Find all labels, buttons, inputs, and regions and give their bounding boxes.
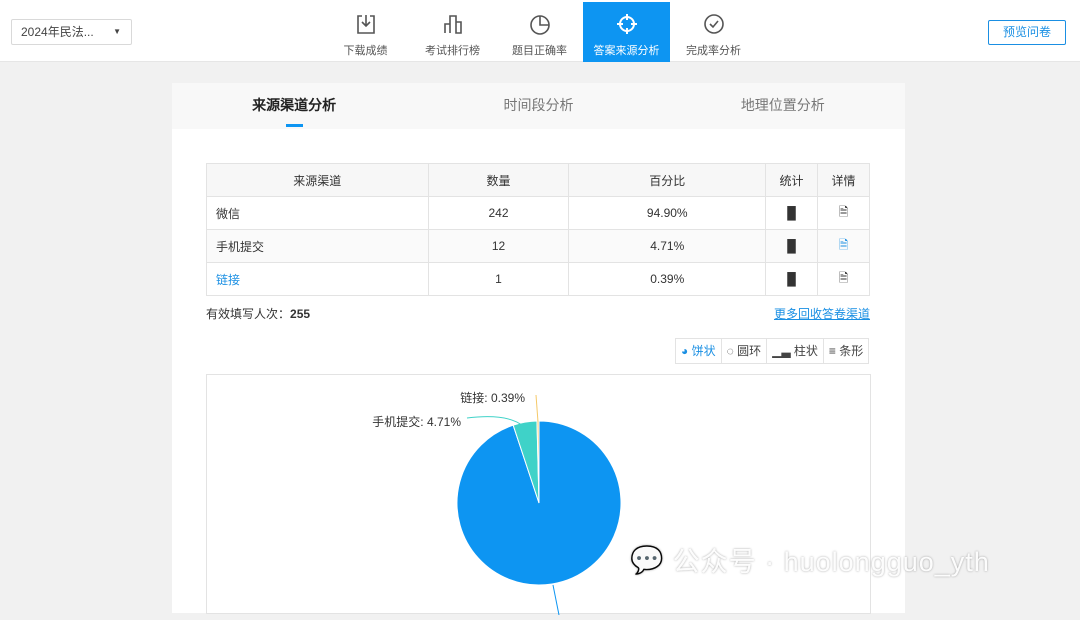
col-header: 数量 [427,163,570,197]
preview-button[interactable]: 预览问卷 [988,20,1066,45]
table-header: 来源渠道 数量 百分比 统计 详情 [206,163,870,197]
pct-cell: 4.71% [568,229,767,263]
top-bar: 2024年民法... ▼ 下载成绩 考试排行榜 题目正确率 答案来源分析 完成率分… [0,0,1080,62]
pct-cell: 94.90% [568,196,767,230]
col-header: 来源渠道 [206,163,429,197]
total-label: 有效填写人次： [206,307,291,321]
tab-channel[interactable]: 来源渠道分析 [172,83,416,129]
chart-type-label: 圆环 [737,344,762,358]
nav-label: 考试排行榜 [425,45,480,57]
count-cell: 242 [427,196,570,230]
nav-label: 题目正确率 [512,45,567,57]
tab-geo[interactable]: 地理位置分析 [661,83,905,129]
analysis-tabs: 来源渠道分析 时间段分析 地理位置分析 [172,83,905,129]
col-header: 详情 [817,163,870,197]
nav-ranking[interactable]: 考试排行榜 [409,2,496,62]
table-row: 链接 1 0.39% ▐▌ 🗎 [206,262,870,296]
pct-cell: 0.39% [568,262,767,296]
slice-label-link-leader-line [535,394,539,423]
chart-type-label: 条形 [839,344,864,358]
count-cell: 12 [427,229,570,263]
ranking-icon [409,10,496,38]
nav-download-scores[interactable]: 下载成绩 [322,2,409,62]
stats-icon[interactable]: ▐▌ [765,196,819,230]
col-header: 统计 [765,163,819,197]
pie-icon [496,10,583,38]
chart-type-label: 柱状 [793,344,818,358]
download-icon [322,10,409,38]
content-panel: 来源渠道分析 时间段分析 地理位置分析 来源渠道 数量 百分比 统计 详情 微信 242 9… [172,83,905,616]
col-header: 百分比 [568,163,767,197]
total-value: 255 [290,307,311,321]
dropdown-arrow-icon: ▼ [113,27,121,36]
survey-select-value: 2024年民法... [21,25,94,39]
table-row: 手机提交 12 4.71% ▐▌ 🗎 [206,229,870,263]
nav-accuracy[interactable]: 题目正确率 [496,2,583,62]
target-icon [583,10,670,38]
nav-label: 答案来源分析 [593,45,660,57]
wechat-icon: 💬 [630,544,665,575]
slice-label-wechat-leader-line [552,584,560,616]
chart-type-column[interactable]: ▁▃ 柱状 [766,339,823,363]
total-responses: 有效填写人次：255 [206,305,310,322]
survey-select[interactable]: 2024年民法... ▼ [11,19,132,45]
chart-type-bar[interactable]: ≡ 条形 [822,339,868,363]
more-channels-link[interactable]: 更多回收答卷渠道 [774,305,870,322]
count-cell: 1 [427,262,570,296]
detail-icon[interactable]: 🗎 [817,229,870,263]
check-circle-icon [670,10,757,38]
table-row: 微信 242 94.90% ▐▌ 🗎 [206,196,870,230]
slice-label-phone: 手机提交: 4.71% [372,414,461,429]
channel-link[interactable]: 链接 [206,262,429,296]
nav-source-analysis[interactable]: 答案来源分析 [583,2,670,62]
chart-type-switch: ◕ 饼状 ◌ 圆环 ▁▃ 柱状 ≡ 条形 [675,338,870,364]
stats-icon[interactable]: ▐▌ [765,229,819,263]
watermark: 💬 公众号 · huolongguo_yth [630,540,990,579]
watermark-text: 公众号 · huolongguo_yth [672,547,990,577]
channel-cell: 微信 [206,196,429,230]
tab-time[interactable]: 时间段分析 [416,83,660,129]
channel-cell: 手机提交 [206,229,429,263]
detail-icon[interactable]: 🗎 [817,262,870,296]
pie-chart: 手机提交: 4.71% 链接: 0.39% [372,390,622,616]
nav-label: 完成率分析 [686,45,741,57]
nav-completion[interactable]: 完成率分析 [670,2,757,62]
slice-label-link: 链接: 0.39% [460,390,525,405]
stats-icon[interactable]: ▐▌ [765,262,819,296]
detail-icon[interactable]: 🗎 [817,196,870,230]
nav-label: 下载成绩 [343,45,388,57]
chart-type-pie[interactable]: ◕ 饼状 [676,339,721,363]
chart-type-label: 饼状 [691,344,716,358]
top-nav: 下载成绩 考试排行榜 题目正确率 答案来源分析 完成率分析 [322,2,757,62]
channel-table: 来源渠道 数量 百分比 统计 详情 微信 242 94.90% ▐▌ 🗎 手机提交 12 4.71%… [206,163,870,296]
chart-type-donut[interactable]: ◌ 圆环 [720,339,766,363]
